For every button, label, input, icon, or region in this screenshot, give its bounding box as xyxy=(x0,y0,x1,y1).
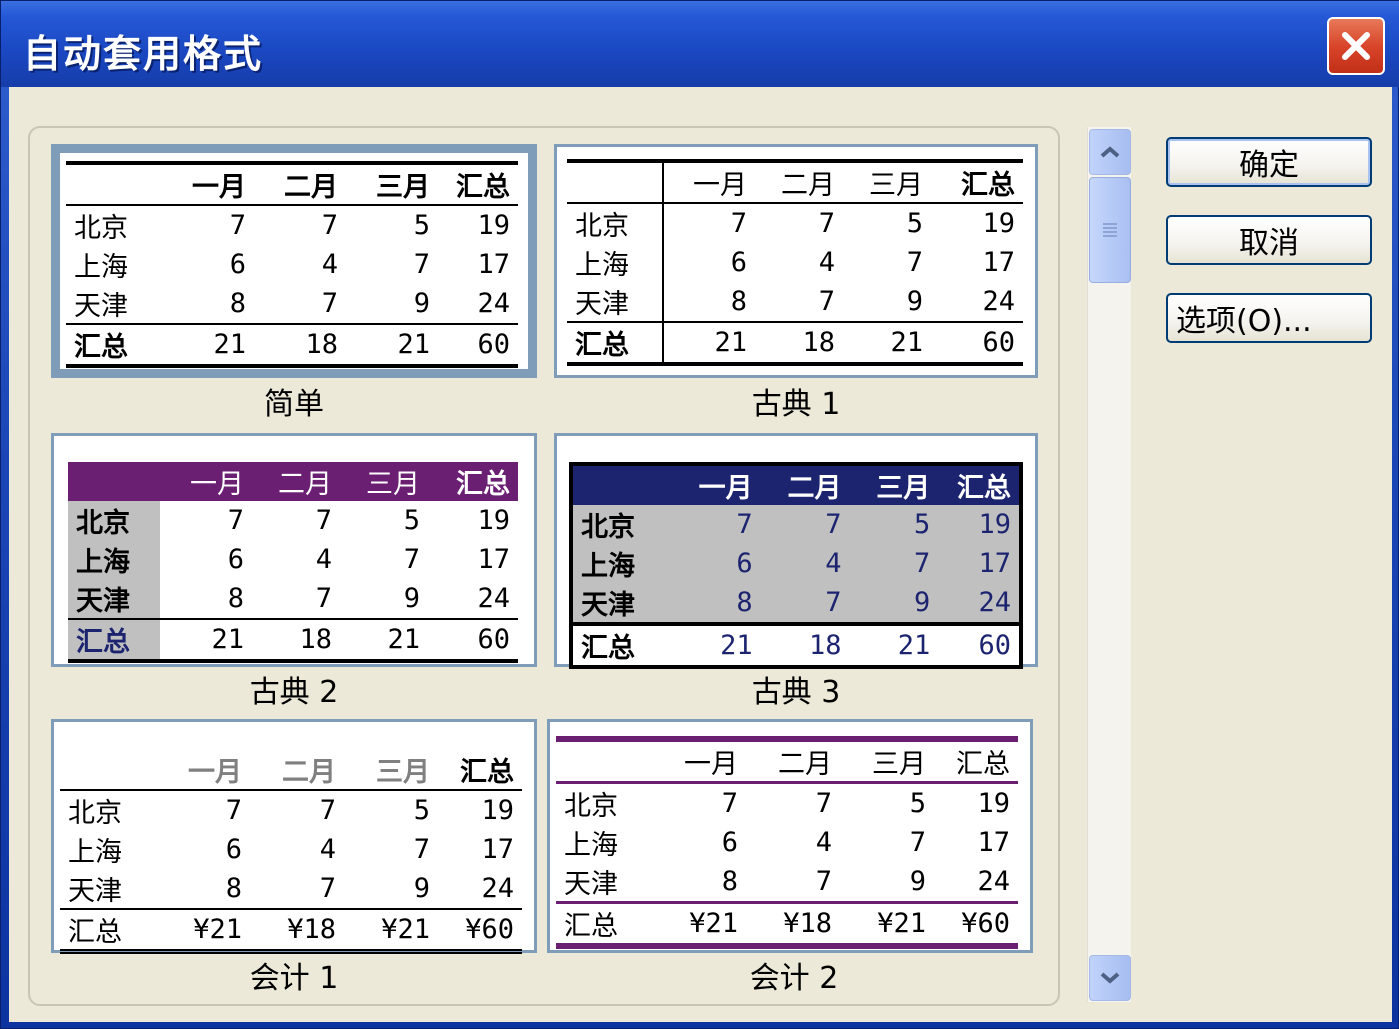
grip-icon xyxy=(1103,223,1117,237)
scroll-up-button[interactable] xyxy=(1089,129,1131,175)
close-button[interactable] xyxy=(1327,17,1385,75)
autoformat-dialog: 自动套用格式 一月 二月 三月 汇总 北京 7 7 5 19 上海 6 4 7 17 xyxy=(0,0,1399,1029)
scroll-thumb[interactable] xyxy=(1089,177,1131,283)
format-thumb-classic3[interactable]: 一月 二月 三月 汇总 北京 7 7 5 19 上海 6 4 7 17 天津 8 7 9 24 汇总 21… xyxy=(554,433,1038,669)
format-label-simple: 简单 xyxy=(264,387,324,422)
dialog-body: 一月 二月 三月 汇总 北京 7 7 5 19 上海 6 4 7 17 天津 8 7 9 24 汇总 21… xyxy=(9,87,1392,1022)
options-button[interactable]: 选项(O)... xyxy=(1166,293,1372,343)
format-preview-table: 一月 二月 三月 汇总 北京 7 7 5 19 上海 6 4 7 17 天津 8 7 9 24 汇总 ¥2… xyxy=(60,750,522,954)
format-label-accounting2: 会计 2 xyxy=(749,961,839,996)
format-label-classic3: 古典 3 xyxy=(751,675,841,710)
format-thumb-classic1[interactable]: 一月 二月 三月 汇总 北京 7 7 5 19 上海 6 4 7 17 天津 8 7 9 24 汇总 21… xyxy=(554,144,1038,378)
format-label-accounting1: 会计 1 xyxy=(249,961,339,996)
format-thumb-simple[interactable]: 一月 二月 三月 汇总 北京 7 7 5 19 上海 6 4 7 17 天津 8 7 9 24 汇总 21… xyxy=(51,144,537,378)
format-thumb-accounting2[interactable]: 一月 二月 三月 汇总 北京 7 7 5 19 上海 6 4 7 17 天津 8 7 9 24 汇总 ¥2… xyxy=(547,719,1033,953)
format-preview-table: 一月 二月 三月 汇总 北京 7 7 5 19 上海 6 4 7 17 天津 8 7 9 24 汇总 21… xyxy=(567,159,1023,366)
title-bar[interactable]: 自动套用格式 xyxy=(1,1,1399,87)
close-icon xyxy=(1342,32,1370,60)
format-preview-table: 一月 二月 三月 汇总 北京 7 7 5 19 上海 6 4 7 17 天津 8 7 9 24 汇总 21… xyxy=(569,462,1023,669)
format-preview-table: 一月 二月 三月 汇总 北京 7 7 5 19 上海 6 4 7 17 天津 8 7 9 24 汇总 ¥2… xyxy=(556,736,1018,949)
format-label-classic2: 古典 2 xyxy=(249,675,339,710)
ok-button[interactable]: 确定 xyxy=(1166,137,1372,187)
dialog-title: 自动套用格式 xyxy=(23,32,264,76)
scroll-down-button[interactable] xyxy=(1089,955,1131,1001)
chevron-up-icon xyxy=(1100,146,1120,158)
cancel-button[interactable]: 取消 xyxy=(1166,215,1372,265)
format-thumb-classic2[interactable]: 一月 二月 三月 汇总 北京 7 7 5 19 上海 6 4 7 17 天津 8 7 9 24 汇总 21… xyxy=(51,433,537,667)
chevron-down-icon xyxy=(1100,972,1120,984)
format-thumb-accounting1[interactable]: 一月 二月 三月 汇总 北京 7 7 5 19 上海 6 4 7 17 天津 8 7 9 24 汇总 ¥2… xyxy=(51,719,537,953)
format-label-classic1: 古典 1 xyxy=(751,387,841,422)
format-preview-table: 一月 二月 三月 汇总 北京 7 7 5 19 上海 6 4 7 17 天津 8 7 9 24 汇总 21… xyxy=(68,462,518,663)
format-preview-table: 一月 二月 三月 汇总 北京 7 7 5 19 上海 6 4 7 17 天津 8 7 9 24 汇总 21… xyxy=(66,161,518,368)
